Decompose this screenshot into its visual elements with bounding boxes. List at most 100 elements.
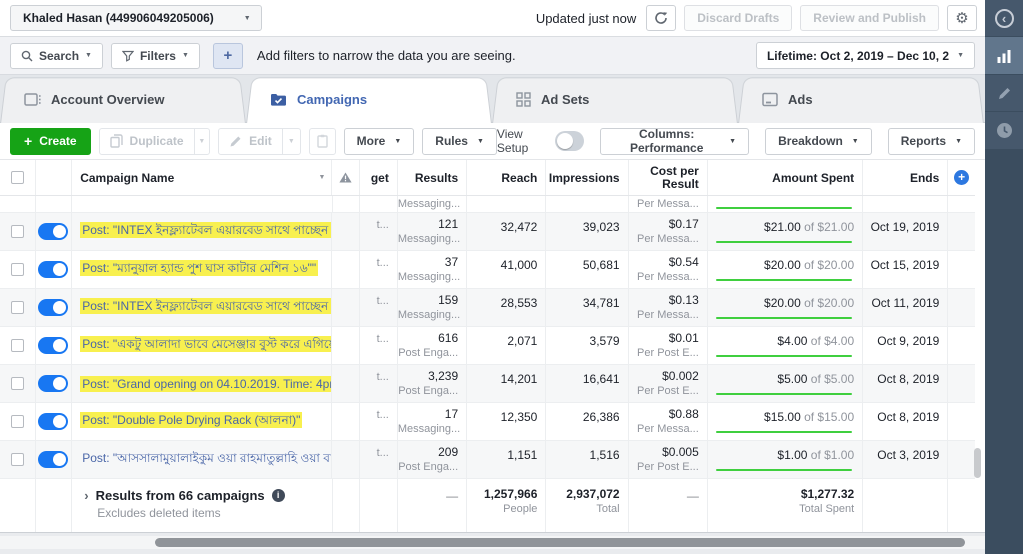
impressions-cell: 26,386 <box>546 403 628 440</box>
campaign-name-header[interactable]: Campaign Name ▼ <box>72 160 332 195</box>
table-row: Post: "আসসালামুয়ালাইকুম ওয়া রাহমাতুল্ল… <box>0 441 975 479</box>
ends-value: Oct 19, 2019 <box>863 220 939 235</box>
search-label: Search <box>39 49 79 63</box>
breakdown-button[interactable]: Breakdown ▼ <box>765 128 872 155</box>
rules-button[interactable]: Rules ▼ <box>422 128 497 155</box>
pencil-icon <box>997 86 1012 101</box>
create-button[interactable]: + Create <box>10 128 91 155</box>
row-select-cell <box>0 365 36 402</box>
cost-type: Per Post E... <box>629 346 699 360</box>
campaign-active-toggle[interactable] <box>38 299 68 316</box>
campaign-active-toggle[interactable] <box>38 451 68 468</box>
row-checkbox[interactable] <box>11 339 24 352</box>
campaign-name-text: Post: "INTEX ইনফ্ল্যাটেবল এয়ারবেড সাথে … <box>80 298 332 314</box>
tab-ad-sets[interactable]: Ad Sets <box>492 75 738 123</box>
sort-caret-icon: ▼ <box>319 174 326 181</box>
add-filter-button[interactable]: + <box>213 43 243 69</box>
amount-spent-of: of $20.00 <box>804 296 854 310</box>
cost-per-result-header[interactable]: Cost per Result <box>629 160 708 195</box>
table-header-row: Campaign Name ▼ get Results Reach Impres… <box>0 160 975 196</box>
reach-header[interactable]: Reach <box>467 160 546 195</box>
campaign-active-toggle[interactable] <box>38 413 68 430</box>
ends-cell: Oct 9, 2019 <box>863 327 948 364</box>
add-column-icon[interactable]: + <box>954 170 969 185</box>
discard-drafts-button[interactable]: Discard Drafts <box>684 5 792 31</box>
chevron-down-icon: ▼ <box>85 52 92 59</box>
amount-spent-total-sub: Total Spent <box>708 502 854 516</box>
campaign-name-link[interactable]: Post: "INTEX ইনফ্ল্যাটেবল এয়ারবেড সাথে … <box>80 222 332 242</box>
rules-label: Rules <box>435 134 468 148</box>
vertical-scrollbar-thumb[interactable] <box>974 448 981 478</box>
cost-value: $0.54 <box>629 255 699 270</box>
refresh-button[interactable] <box>646 5 676 31</box>
review-publish-button[interactable]: Review and Publish <box>800 5 939 31</box>
search-button[interactable]: Search ▼ <box>10 43 103 69</box>
amount-spent-value: $21.00 <box>764 220 801 234</box>
results-summary-note: Excludes deleted items <box>84 506 331 520</box>
edit-button[interactable]: Edit <box>219 129 282 154</box>
table-row: Post: "একটু আলাদা ভাবে মেসেঞ্জার বুস্ট ক… <box>0 327 975 365</box>
impressions-header[interactable]: Impressions <box>546 160 628 195</box>
row-checkbox[interactable] <box>11 225 24 238</box>
view-setup-label: View Setup <box>497 127 547 155</box>
budget-value: t... <box>377 257 389 269</box>
table-row: Post: "Grand opening on 04.10.2019. Time… <box>0 365 975 403</box>
charts-panel-button[interactable] <box>985 37 1023 75</box>
row-end-cell <box>948 213 975 250</box>
campaign-active-toggle[interactable] <box>38 261 68 278</box>
results-summary-label: Results from 66 campaigns <box>96 488 265 503</box>
ends-header[interactable]: Ends <box>863 160 948 195</box>
edit-dropdown[interactable]: ▼ <box>282 129 300 154</box>
budget-value: t... <box>377 371 389 383</box>
tab-label: Account Overview <box>51 92 164 107</box>
account-selector[interactable]: Khaled Hasan (449906049205006) ▼ <box>10 5 262 31</box>
toggle-column-header <box>36 160 73 195</box>
edit-panel-button[interactable] <box>985 75 1023 112</box>
select-all-checkbox[interactable] <box>11 171 24 184</box>
view-setup-toggle[interactable] <box>555 131 584 151</box>
tab-ads[interactable]: Ads <box>738 75 984 123</box>
campaign-active-toggle[interactable] <box>38 375 68 392</box>
chevron-down-icon: ▼ <box>957 52 964 59</box>
collapse-panel-button[interactable]: ‹ <box>985 0 1023 37</box>
more-button[interactable]: More ▼ <box>344 128 415 155</box>
campaign-name-link[interactable]: Post: "একটু আলাদা ভাবে মেসেঞ্জার বুস্ট ক… <box>80 336 332 356</box>
amount-spent-total: $1,277.32 <box>708 487 854 502</box>
date-range-selector[interactable]: Lifetime: Oct 2, 2019 – Dec 10, 2 ▼ <box>756 42 975 69</box>
row-checkbox[interactable] <box>11 377 24 390</box>
row-checkbox[interactable] <box>11 263 24 276</box>
reports-button[interactable]: Reports ▼ <box>888 128 975 155</box>
info-icon[interactable]: i <box>272 489 285 502</box>
horizontal-scrollbar-thumb[interactable] <box>155 538 965 547</box>
campaign-active-toggle[interactable] <box>38 337 68 354</box>
budget-header[interactable]: get <box>360 160 398 195</box>
row-checkbox[interactable] <box>11 301 24 314</box>
tab-account-overview[interactable]: Account Overview <box>0 75 246 123</box>
settings-button[interactable]: ⚙ <box>947 5 977 31</box>
campaign-name-text: Post: "Grand opening on 04.10.2019. Time… <box>80 376 332 392</box>
filters-button[interactable]: Filters ▼ <box>111 43 200 69</box>
amount-spent-header[interactable]: Amount Spent <box>708 160 863 195</box>
chevron-down-icon: ▼ <box>198 138 205 145</box>
campaign-name-link[interactable]: Post: "Grand opening on 04.10.2019. Time… <box>80 377 332 391</box>
row-select-cell <box>0 327 36 364</box>
reach-cell: 12,350 <box>467 403 546 440</box>
row-checkbox[interactable] <box>11 415 24 428</box>
campaign-name-link[interactable]: Post: "INTEX ইনফ্ল্যাটেবল এয়ারবেড সাথে … <box>80 298 332 318</box>
campaign-name-link[interactable]: Post: "Double Pole Drying Rack (আলনা)" <box>80 412 302 432</box>
row-checkbox[interactable] <box>11 453 24 466</box>
results-header[interactable]: Results <box>398 160 467 195</box>
campaign-active-toggle[interactable] <box>38 223 68 240</box>
campaign-name-link[interactable]: Post: "আসসালামুয়ালাইকুম ওয়া রাহমাতুল্ল… <box>80 450 332 470</box>
columns-button[interactable]: Columns: Performance ▼ <box>600 128 749 155</box>
duplicate-button[interactable]: Duplicate <box>100 129 194 154</box>
expand-chevron-icon[interactable]: › <box>84 488 88 503</box>
duplicate-dropdown[interactable]: ▼ <box>194 129 210 154</box>
clipboard-button[interactable] <box>309 128 336 155</box>
delivery-warning-cell <box>332 213 360 250</box>
tab-campaigns[interactable]: Campaigns <box>246 75 492 123</box>
date-range-label: Lifetime: Oct 2, 2019 – Dec 10, 2 <box>767 49 949 63</box>
history-panel-button[interactable] <box>985 112 1023 150</box>
campaign-name-link[interactable]: Post: "ম্যানুয়াল হ্যান্ড পুশ ঘাস কাটার … <box>80 260 318 280</box>
search-icon <box>21 50 33 62</box>
